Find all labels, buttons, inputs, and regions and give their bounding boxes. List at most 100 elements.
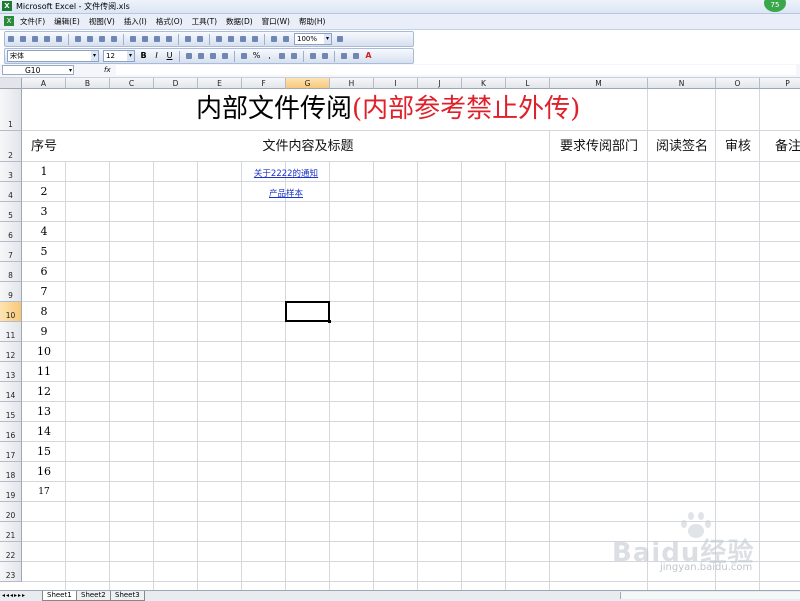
column-header-f[interactable]: F	[242, 78, 286, 89]
menu-window[interactable]: 窗口(W)	[262, 16, 290, 27]
row-header-22[interactable]: 22	[0, 542, 22, 562]
document-link[interactable]: 关于2222的通知	[198, 167, 374, 179]
currency-icon[interactable]	[239, 51, 249, 61]
row-header-11[interactable]: 11	[0, 322, 22, 342]
menu-format[interactable]: 格式(O)	[156, 16, 183, 27]
header-review[interactable]: 审核	[716, 138, 760, 156]
open-icon[interactable]	[18, 34, 28, 44]
borders-icon[interactable]	[339, 51, 349, 61]
underline-button[interactable]: U	[164, 51, 175, 61]
column-header-i[interactable]: I	[374, 78, 418, 89]
seq-number-cell[interactable]: 15	[22, 445, 66, 459]
column-header-k[interactable]: K	[462, 78, 506, 89]
seq-number-cell[interactable]: 12	[22, 385, 66, 399]
percent-button[interactable]: %	[251, 51, 262, 61]
column-header-l[interactable]: L	[506, 78, 550, 89]
zoom-select[interactable]: 100% ▾	[294, 33, 332, 45]
italic-button[interactable]: I	[151, 51, 162, 61]
chevron-down-icon[interactable]: ▾	[91, 51, 98, 61]
menu-edit[interactable]: 编辑(E)	[54, 16, 80, 27]
print-preview-icon[interactable]	[85, 34, 95, 44]
row-header-5[interactable]: 5	[0, 202, 22, 222]
row-header-23[interactable]: 23	[0, 562, 22, 582]
permission-icon[interactable]	[42, 34, 52, 44]
increase-indent-icon[interactable]	[320, 51, 330, 61]
comma-button[interactable]: ,	[264, 51, 275, 61]
row-header-1[interactable]: 1	[0, 89, 22, 131]
merge-center-icon[interactable]	[220, 51, 230, 61]
row-header-4[interactable]: 4	[0, 182, 22, 202]
seq-number-cell[interactable]: 13	[22, 405, 66, 419]
row-header-14[interactable]: 14	[0, 382, 22, 402]
row-header-12[interactable]: 12	[0, 342, 22, 362]
sheet-title[interactable]: 内部文件传阅(内部参考禁止外传)	[196, 94, 580, 124]
seq-number-cell[interactable]: 14	[22, 425, 66, 439]
column-header-h[interactable]: H	[330, 78, 374, 89]
row-header-2[interactable]: 2	[0, 131, 22, 162]
seq-number-cell[interactable]: 4	[22, 225, 66, 239]
menu-file[interactable]: 文件(F)	[20, 16, 45, 27]
autosum-icon[interactable]	[226, 34, 236, 44]
row-header-7[interactable]: 7	[0, 242, 22, 262]
row-header-21[interactable]: 21	[0, 522, 22, 542]
font-color-button[interactable]: A	[363, 51, 374, 61]
font-name-select[interactable]: 宋体 ▾	[7, 50, 99, 62]
seq-number-cell[interactable]: 10	[22, 345, 66, 359]
format-painter-icon[interactable]	[164, 34, 174, 44]
font-size-select[interactable]: 12 ▾	[103, 50, 135, 62]
column-header-p[interactable]: P	[760, 78, 800, 89]
seq-number-cell[interactable]: 11	[22, 365, 66, 379]
tab-scroll-arrows-icon[interactable]: ◂◂◂▸▸▸	[2, 592, 26, 600]
row-header-13[interactable]: 13	[0, 362, 22, 382]
formula-input[interactable]	[116, 65, 796, 75]
save-icon[interactable]	[30, 34, 40, 44]
column-header-j[interactable]: J	[418, 78, 462, 89]
fill-color-icon[interactable]	[351, 51, 361, 61]
chevron-down-icon[interactable]: ▾	[69, 66, 72, 76]
column-header-g[interactable]: G	[286, 78, 330, 89]
email-icon[interactable]	[54, 34, 64, 44]
selected-cell[interactable]	[285, 301, 331, 323]
menu-insert[interactable]: 插入(I)	[124, 16, 147, 27]
header-note[interactable]: 备注	[760, 138, 800, 156]
align-center-icon[interactable]	[196, 51, 206, 61]
chart-wizard-icon[interactable]	[269, 34, 279, 44]
drawing-icon[interactable]	[281, 34, 291, 44]
undo-icon[interactable]	[183, 34, 193, 44]
paste-icon[interactable]	[152, 34, 162, 44]
sort-descending-icon[interactable]	[250, 34, 260, 44]
row-header-20[interactable]: 20	[0, 502, 22, 522]
menu-data[interactable]: 数据(D)	[226, 16, 253, 27]
bold-button[interactable]: B	[138, 51, 149, 61]
row-header-10[interactable]: 10	[0, 302, 22, 322]
column-header-m[interactable]: M	[550, 78, 648, 89]
chevron-down-icon[interactable]: ▾	[324, 34, 331, 44]
print-icon[interactable]	[73, 34, 83, 44]
column-header-n[interactable]: N	[648, 78, 716, 89]
row-header-15[interactable]: 15	[0, 402, 22, 422]
header-seq[interactable]: 序号	[22, 138, 66, 156]
seq-number-cell[interactable]: 1	[22, 165, 66, 179]
column-header-b[interactable]: B	[66, 78, 110, 89]
column-header-c[interactable]: C	[110, 78, 154, 89]
increase-decimal-icon[interactable]	[277, 51, 287, 61]
row-header-3[interactable]: 3	[0, 162, 22, 182]
spelling-icon[interactable]	[97, 34, 107, 44]
seq-number-cell[interactable]: 16	[22, 465, 66, 479]
row-header-16[interactable]: 16	[0, 422, 22, 442]
header-dept[interactable]: 要求传阅部门	[550, 138, 648, 156]
menu-view[interactable]: 视图(V)	[89, 16, 115, 27]
new-icon[interactable]	[6, 34, 16, 44]
row-header-19[interactable]: 19	[0, 482, 22, 502]
header-content[interactable]: 文件内容及标题	[66, 138, 550, 156]
seq-number-cell[interactable]: 17	[22, 485, 66, 499]
decrease-indent-icon[interactable]	[308, 51, 318, 61]
function-icon[interactable]: fx	[104, 65, 111, 76]
copy-icon[interactable]	[140, 34, 150, 44]
header-sign[interactable]: 阅读签名	[648, 138, 716, 156]
chevron-down-icon[interactable]: ▾	[127, 51, 134, 61]
row-header-8[interactable]: 8	[0, 262, 22, 282]
row-header-6[interactable]: 6	[0, 222, 22, 242]
menu-tools[interactable]: 工具(T)	[192, 16, 217, 27]
column-header-e[interactable]: E	[198, 78, 242, 89]
